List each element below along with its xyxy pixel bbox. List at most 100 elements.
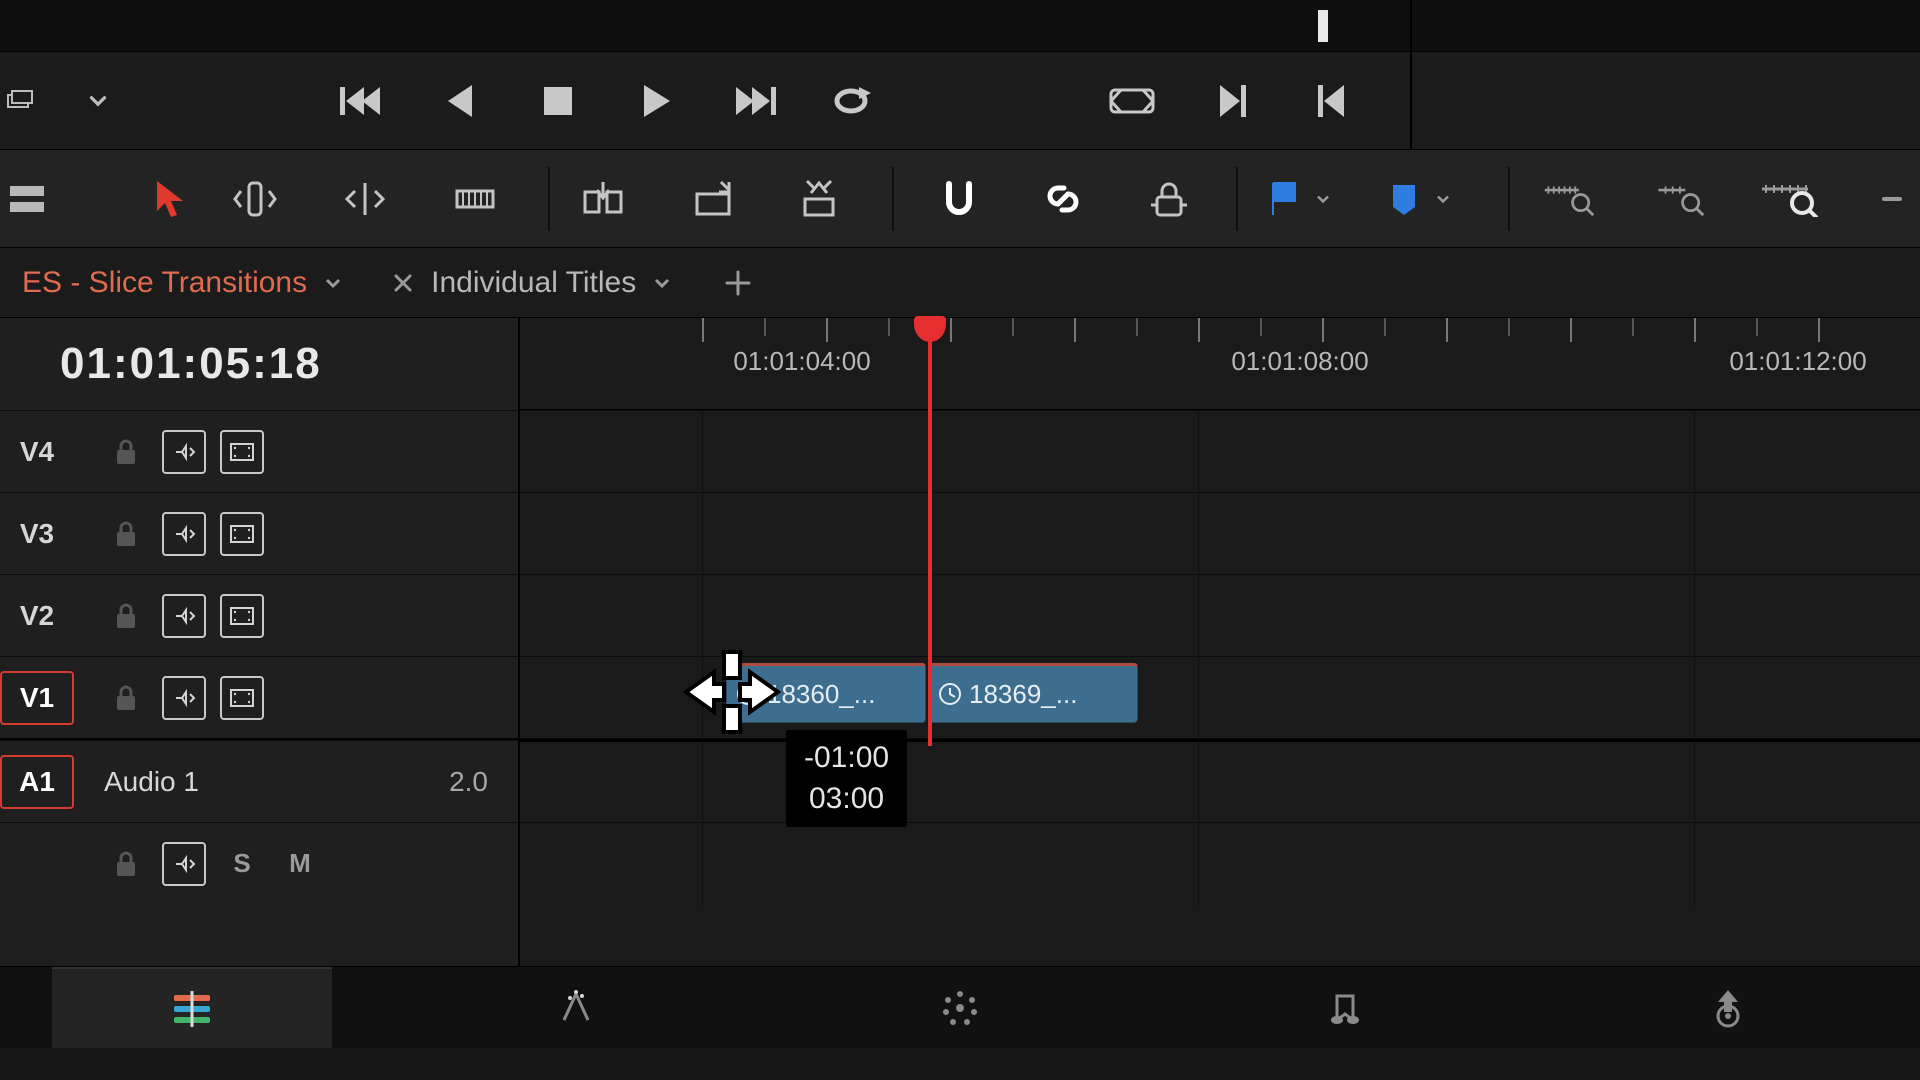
- auto-select-icon[interactable]: [162, 676, 206, 720]
- divider: [1410, 0, 1412, 51]
- link-toggle[interactable]: [1034, 170, 1092, 228]
- track-name[interactable]: V3: [0, 507, 74, 561]
- loop-button[interactable]: [820, 69, 884, 133]
- auto-select-icon[interactable]: [162, 594, 206, 638]
- stop-button[interactable]: [526, 69, 590, 133]
- track-header-v2[interactable]: V2: [0, 574, 518, 656]
- timeline-tab-active[interactable]: ES - Slice Transitions: [0, 253, 367, 313]
- track-lane-v4[interactable]: [520, 410, 1920, 492]
- dynamic-trim-tool[interactable]: [336, 170, 394, 228]
- position-lock-toggle[interactable]: [1140, 170, 1198, 228]
- track-lane-v3[interactable]: [520, 492, 1920, 574]
- tab-label: Individual Titles: [431, 266, 636, 300]
- fusion-page-button[interactable]: [436, 967, 716, 1048]
- mute-button[interactable]: M: [278, 842, 322, 886]
- divider: [1508, 167, 1510, 231]
- video-track-icon[interactable]: [220, 512, 264, 556]
- track-header-v3[interactable]: V3: [0, 492, 518, 574]
- zoom-detail-button[interactable]: [1650, 170, 1708, 228]
- track-lane-a1[interactable]: [520, 738, 1920, 822]
- audio-track-label: Audio 1: [104, 766, 449, 798]
- toolbar: [0, 150, 1920, 248]
- flag-dropdown[interactable]: [1308, 170, 1338, 228]
- match-frame-button[interactable]: [1100, 69, 1164, 133]
- divider: [1236, 167, 1238, 231]
- close-icon[interactable]: [389, 269, 417, 297]
- divider: [548, 167, 550, 231]
- retime-icon: [937, 681, 963, 707]
- auto-select-icon[interactable]: [162, 512, 206, 556]
- track-name[interactable]: V4: [0, 425, 74, 479]
- trim-cursor-icon: [678, 644, 786, 745]
- chevron-down-icon[interactable]: [321, 271, 345, 295]
- divider: [1410, 52, 1412, 149]
- trim-delta: -01:00: [804, 738, 889, 779]
- selection-tool[interactable]: [140, 170, 198, 228]
- zoom-custom-button[interactable]: [1760, 170, 1818, 228]
- transport-bar: [0, 52, 1920, 150]
- track-headers: 01:01:05:18 V4 V3 V2: [0, 318, 520, 966]
- snap-toggle[interactable]: [930, 170, 988, 228]
- add-timeline-button[interactable]: [716, 261, 760, 305]
- track-header-a1[interactable]: A1 Audio 1 2.0: [0, 740, 518, 822]
- trim-tooltip: -01:00 03:00: [786, 730, 907, 827]
- trim-duration: 03:00: [804, 779, 889, 820]
- color-page-button[interactable]: [820, 967, 1100, 1048]
- blade-tool[interactable]: [446, 170, 504, 228]
- ruler-label: 01:01:08:00: [1231, 346, 1368, 377]
- previous-clip-button[interactable]: [330, 69, 394, 133]
- divider: [892, 167, 894, 231]
- lock-icon[interactable]: [104, 842, 148, 886]
- previous-marker-button[interactable]: [1300, 69, 1364, 133]
- timeline-options-icon[interactable]: [0, 170, 56, 228]
- marker-dropdown[interactable]: [1428, 170, 1458, 228]
- tab-label: ES - Slice Transitions: [22, 266, 307, 300]
- lock-icon[interactable]: [104, 594, 148, 638]
- video-track-icon[interactable]: [220, 430, 264, 474]
- video-clip[interactable]: 18369_...: [928, 663, 1138, 723]
- playhead[interactable]: [928, 318, 932, 746]
- zoom-full-button[interactable]: [1540, 170, 1598, 228]
- next-marker-button[interactable]: [1200, 69, 1264, 133]
- solo-button[interactable]: S: [220, 842, 264, 886]
- video-track-icon[interactable]: [220, 676, 264, 720]
- play-button[interactable]: [624, 69, 688, 133]
- jog-position-indicator[interactable]: [1318, 10, 1328, 42]
- chevron-down-icon[interactable]: [650, 271, 674, 295]
- clip-label: 18369_...: [969, 679, 1077, 710]
- flag-button[interactable]: [1264, 170, 1304, 228]
- chevron-down-icon[interactable]: [66, 69, 130, 133]
- video-track-icon[interactable]: [220, 594, 264, 638]
- timeline-view-options-icon[interactable]: [0, 69, 54, 133]
- trim-tool[interactable]: [226, 170, 284, 228]
- timecode-display[interactable]: 01:01:05:18: [0, 318, 518, 410]
- overwrite-clip-button[interactable]: [684, 170, 742, 228]
- edit-page-button[interactable]: [52, 967, 332, 1048]
- track-name[interactable]: V1: [0, 671, 74, 725]
- track-header-a1-controls: S M: [0, 822, 518, 904]
- insert-clip-button[interactable]: [574, 170, 632, 228]
- timeline-canvas[interactable]: 01:01:04:00 01:01:08:00 01:01:12:00 1836…: [520, 318, 1920, 966]
- track-header-v1[interactable]: V1: [0, 656, 518, 738]
- track-header-v4[interactable]: V4: [0, 410, 518, 492]
- auto-select-icon[interactable]: [162, 430, 206, 474]
- timeline-ruler[interactable]: 01:01:04:00 01:01:08:00 01:01:12:00: [520, 318, 1920, 410]
- lock-icon[interactable]: [104, 512, 148, 556]
- lock-icon[interactable]: [104, 676, 148, 720]
- deliver-page-button[interactable]: [1588, 967, 1868, 1048]
- track-name[interactable]: A1: [0, 755, 74, 809]
- replace-clip-button[interactable]: [790, 170, 848, 228]
- lock-icon[interactable]: [104, 430, 148, 474]
- jog-strip[interactable]: [0, 0, 1920, 52]
- auto-select-icon[interactable]: [162, 842, 206, 886]
- timeline-tab[interactable]: Individual Titles: [367, 253, 696, 313]
- page-navigation: [0, 966, 1920, 1048]
- track-name[interactable]: V2: [0, 589, 74, 643]
- zoom-slider-minus[interactable]: [1876, 170, 1908, 228]
- track-lane-a1-wave[interactable]: [520, 822, 1920, 906]
- timeline-tabs: ES - Slice Transitions Individual Titles: [0, 248, 1920, 318]
- fairlight-page-button[interactable]: [1204, 967, 1484, 1048]
- play-reverse-button[interactable]: [428, 69, 492, 133]
- next-clip-button[interactable]: [722, 69, 786, 133]
- marker-button[interactable]: [1384, 170, 1424, 228]
